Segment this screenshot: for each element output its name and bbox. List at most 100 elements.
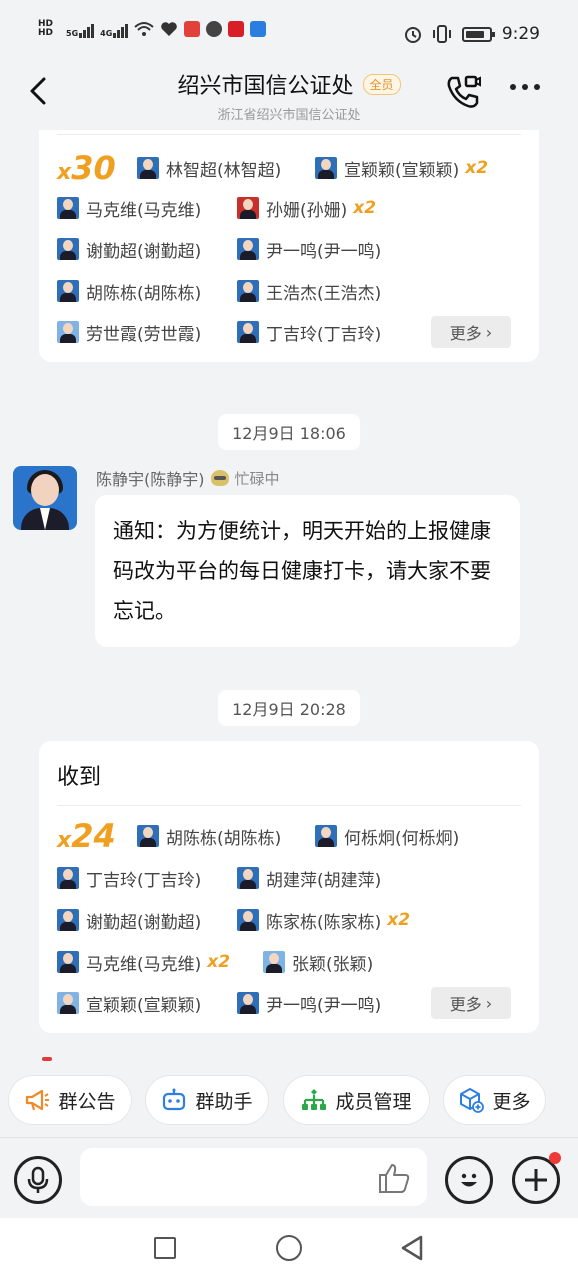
video-call-icon[interactable]: [444, 74, 482, 110]
member-avatar: [137, 157, 159, 179]
member-avatar: [57, 867, 79, 889]
member-entry[interactable]: 孙姗(孙姗) x2: [237, 196, 376, 221]
member-entry[interactable]: 陈家栋(陈家栋) x2: [237, 908, 410, 933]
chat-messages[interactable]: x 30 林智超(林智超) 宣颖颖(宣颖颖) x2 马克维(马克维) 孙姗(孙姗) x…: [0, 130, 578, 1066]
reaction-row: x 30 林智超(林智超) 宣颖颖(宣颖颖) x2: [57, 146, 521, 190]
hd-indicator: HD HD: [38, 19, 54, 38]
system-nav-bar: [0, 1218, 578, 1278]
member-entry[interactable]: 尹一鸣(尹一鸣): [237, 991, 381, 1016]
timestamp: 12月9日 20:28: [218, 690, 360, 726]
more-tools-button[interactable]: 更多: [443, 1075, 546, 1125]
reaction-count: x 24: [57, 817, 116, 855]
group-assistant-button[interactable]: 群助手: [145, 1075, 269, 1125]
chevron-right-icon: ›: [485, 993, 493, 1013]
battery-icon: [461, 26, 495, 42]
reaction-more-button[interactable]: 更多 ›: [431, 316, 511, 348]
member-management-button[interactable]: 成员管理: [283, 1075, 430, 1125]
message-bubble[interactable]: 通知：为方便统计，明天开始的上报健康码改为平台的每日健康打卡，请大家不要忘记。: [95, 495, 520, 647]
member-entry[interactable]: 马克维(马克维): [57, 196, 201, 221]
member-avatar: [263, 951, 285, 973]
smiley-icon: [461, 1173, 477, 1187]
member-avatar: [57, 280, 79, 302]
member-avatar: [57, 197, 79, 219]
megaphone-icon: [26, 1089, 50, 1111]
timestamp: 12月9日 18:06: [218, 414, 360, 450]
status-left-icons: HD HD 5G 4G: [38, 19, 267, 38]
card-divider: [57, 805, 521, 806]
reaction-card-2[interactable]: 收到 x 24 胡陈栋(胡陈栋) 何栎炯(何栎炯) 丁吉玲(丁吉玲) 胡建萍(胡建…: [39, 741, 539, 1033]
compass-app-icon: [206, 21, 223, 37]
more-options-icon[interactable]: [510, 84, 540, 90]
plus-icon: [525, 1169, 547, 1191]
message-input[interactable]: [80, 1148, 427, 1206]
red-app-icon: [184, 21, 201, 37]
member-entry[interactable]: 丁吉玲(丁吉玲): [237, 320, 381, 345]
member-avatar: [315, 825, 337, 847]
notification-dot: [549, 1152, 561, 1164]
org-chart-icon: [302, 1089, 327, 1110]
thumbs-up-icon[interactable]: [377, 1162, 411, 1194]
status-right-icons: 9:29: [404, 24, 540, 44]
cube-plus-icon: [460, 1088, 485, 1113]
group-subtitle: 浙江省绍兴市国信公证处: [217, 108, 361, 123]
member-entry[interactable]: 宣颖颖(宣颖颖): [57, 991, 201, 1016]
member-avatar: [237, 238, 259, 260]
recent-apps-icon[interactable]: [154, 1237, 176, 1259]
group-title[interactable]: 绍兴市国信公证处: [177, 68, 353, 100]
reaction-more-button[interactable]: 更多 ›: [431, 987, 511, 1019]
wifi-icon: [134, 22, 154, 36]
member-entry[interactable]: 何栎炯(何栎炯): [315, 824, 459, 849]
sender-name: 陈静宇(陈静宇): [96, 470, 205, 489]
member-entry[interactable]: 张颖(张颖): [263, 950, 373, 975]
emoji-button[interactable]: [445, 1156, 493, 1204]
member-entry[interactable]: 宣颖颖(宣颖颖) x2: [315, 156, 488, 181]
red-mark: [42, 1057, 52, 1061]
member-entry[interactable]: 谢勤超(谢勤超): [57, 908, 201, 933]
chevron-right-icon: ›: [485, 322, 493, 342]
member-avatar: [57, 992, 79, 1014]
shield-app-icon: [250, 21, 267, 37]
reaction-card-1[interactable]: x 30 林智超(林智超) 宣颖颖(宣颖颖) x2 马克维(马克维) 孙姗(孙姗) x…: [39, 130, 539, 362]
member-entry[interactable]: 王浩杰(王浩杰): [237, 279, 381, 304]
member-entry[interactable]: 劳世霞(劳世霞): [57, 320, 201, 345]
sender-status: 忙碌中: [234, 469, 280, 488]
status-bar: HD HD 5G 4G 9:29: [0, 0, 578, 64]
member-entry[interactable]: 谢勤超(谢勤超): [57, 237, 201, 262]
heart-rate-icon: [161, 22, 178, 36]
member-entry[interactable]: 马克维(马克维) x2: [57, 950, 230, 975]
reaction-row: x 24 胡陈栋(胡陈栋) 何栎炯(何栎炯): [57, 814, 521, 858]
card-title: 收到: [57, 765, 102, 790]
clock-time: 9:29: [501, 24, 540, 44]
vibrate-icon: [432, 25, 451, 43]
reaction-row: 马克维(马克维) x2 张颖(张颖): [57, 947, 521, 977]
voice-input-button[interactable]: [14, 1156, 62, 1204]
microphone-icon: [27, 1166, 49, 1193]
member-avatar: [137, 825, 159, 847]
group-announcement-button[interactable]: 群公告: [8, 1075, 132, 1125]
member-entry[interactable]: 林智超(林智超): [137, 156, 281, 181]
sender-avatar[interactable]: [13, 466, 77, 530]
member-avatar: [57, 321, 79, 343]
reaction-row: 丁吉玲(丁吉玲) 胡建萍(胡建萍): [57, 863, 521, 893]
reaction-row: 胡陈栋(胡陈栋) 王浩杰(王浩杰): [57, 276, 521, 306]
member-entry[interactable]: 尹一鸣(尹一鸣): [237, 237, 381, 262]
member-avatar: [237, 280, 259, 302]
all-members-badge: 全员: [362, 73, 401, 95]
news-app-icon: [228, 21, 245, 37]
member-avatar: [237, 867, 259, 889]
chat-header: 绍兴市国信公证处 全员 浙江省绍兴市国信公证处: [0, 64, 578, 130]
home-icon[interactable]: [276, 1235, 302, 1261]
robot-icon: [163, 1088, 186, 1111]
member-entry[interactable]: 丁吉玲(丁吉玲): [57, 866, 201, 891]
member-entry[interactable]: 胡陈栋(胡陈栋): [57, 279, 201, 304]
member-entry[interactable]: 胡陈栋(胡陈栋): [137, 824, 281, 849]
member-avatar: [237, 909, 259, 931]
member-entry[interactable]: 胡建萍(胡建萍): [237, 866, 381, 891]
busy-status-icon: [210, 470, 229, 486]
alarm-icon: [404, 27, 421, 43]
member-avatar: [57, 951, 79, 973]
member-avatar: [237, 992, 259, 1014]
nav-back-icon[interactable]: [400, 1235, 424, 1261]
member-avatar: [315, 157, 337, 179]
sender-name-row: 陈静宇(陈静宇) 忙碌中: [96, 466, 280, 490]
